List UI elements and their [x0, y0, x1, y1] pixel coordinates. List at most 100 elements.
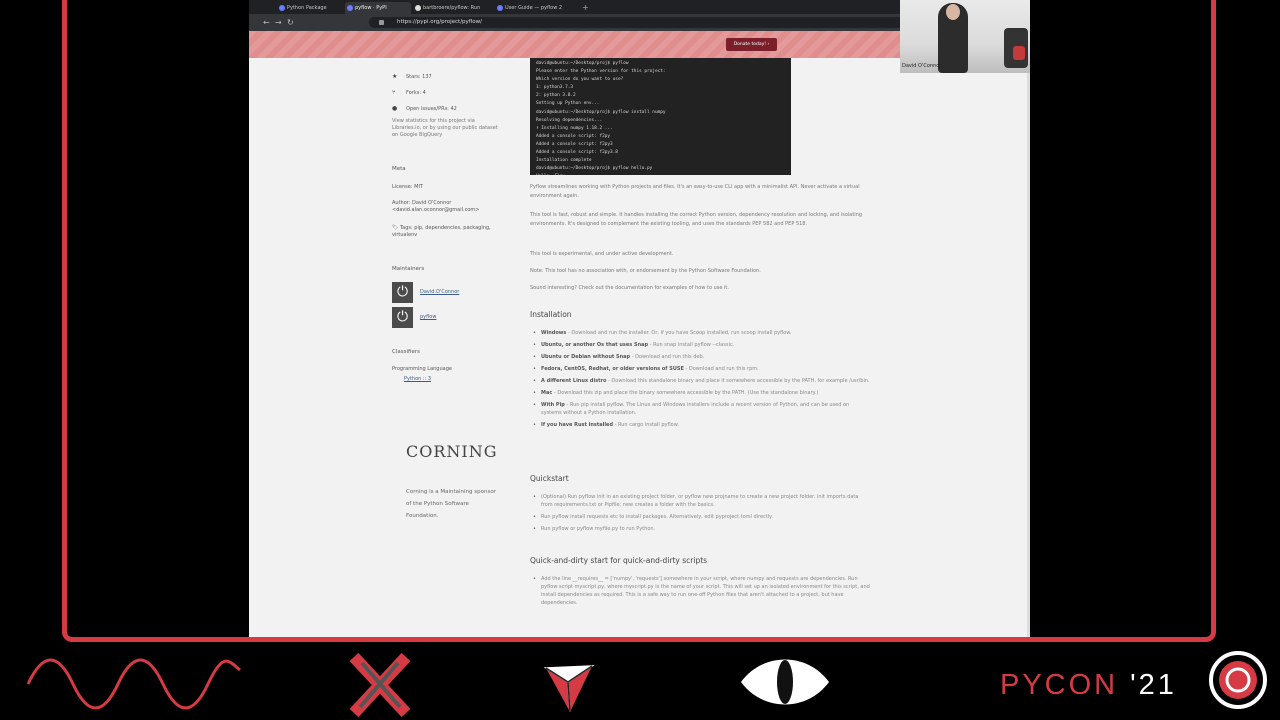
list-item-text: - Download and run the installer. Or, if… — [568, 330, 792, 336]
speaker-name: David O'Connor — [902, 63, 942, 69]
list-item: Ubuntu, or another Os that uses Snap - R… — [530, 341, 870, 349]
list-item: A different Linux distro - Download this… — [530, 377, 870, 385]
pycon-year: '21 — [1130, 669, 1177, 701]
forks-stat[interactable]: ⑂ Forks: 4 — [392, 89, 426, 96]
browser-tab[interactable]: Python Package — [277, 2, 343, 14]
list-item: Windows - Download and run the installer… — [530, 329, 870, 337]
pycon-circle-logo-icon — [1209, 651, 1267, 709]
star-icon: ★ — [392, 73, 398, 80]
list-item: With Pip - Run pip install pyflow. The L… — [530, 401, 870, 417]
installation-heading: Installation — [530, 310, 572, 319]
terminal-line: david@ubuntu:~/Desktop/proj$ pyflow inst… — [536, 109, 666, 115]
terminal-line: Please enter the Python version for this… — [536, 69, 666, 75]
sponsor-text: Corning is a Maintaining sponsor of the … — [406, 489, 496, 519]
speaker-head — [946, 4, 960, 20]
classifiers-heading: Classifiers — [392, 349, 420, 355]
list-item: (Optional) Run pyflow init in an existin… — [530, 493, 870, 509]
installation-list: Windows - Download and run the installer… — [530, 329, 870, 433]
terminal-line: david@ubuntu:~/Desktop/proj$ pyflow hell… — [536, 166, 653, 172]
terminal-line: Added a console script: f2py3.8 — [536, 150, 618, 156]
author-text[interactable]: Author: David O'Connor <david.alan.oconn… — [392, 200, 504, 214]
list-item-text: - Download and run this deb. — [631, 354, 705, 360]
new-tab-button[interactable]: + — [579, 2, 591, 14]
browser-tab-active[interactable]: pyflow · PyPI — [345, 2, 411, 14]
browser-tab[interactable]: User Guide — pyflow 2 — [495, 2, 575, 14]
list-item-lead: Windows — [541, 330, 567, 336]
list-item-text: - Run cargo install pyflow. — [614, 422, 679, 428]
github-icon — [415, 5, 421, 11]
terminal-line: Added a console script: f2py — [536, 133, 611, 139]
pycon-wordmark: PYCON '21 — [1000, 668, 1177, 702]
tag-icon: 🏷 — [392, 225, 400, 231]
list-item-text: - Download this zip and place the binary… — [553, 390, 819, 396]
quickstart-list: (Optional) Run pyflow init in an existin… — [530, 493, 870, 537]
list-item-lead: Ubuntu, or another Os that uses Snap — [541, 342, 649, 348]
description-paragraph: Pyflow streamlines working with Python p… — [530, 184, 860, 199]
maintainer-link[interactable]: pyflow — [420, 314, 436, 320]
terminal-line: Added a console script: f2py3 — [536, 141, 613, 147]
screen-share: Python Package pyflow · PyPI bartbroere/… — [249, 0, 1030, 637]
issues-stat[interactable]: ● Open issues/PRs: 42 — [392, 105, 457, 112]
pycon-brand: PYCON — [1000, 669, 1119, 701]
back-icon[interactable]: ← — [263, 17, 270, 28]
documentation-link[interactable]: Sound interesting? Check out the documen… — [530, 284, 870, 293]
list-item: Ubuntu or Debian without Snap - Download… — [530, 353, 870, 361]
maintainer-avatar-icon[interactable]: ⏻ — [392, 307, 413, 328]
list-item-lead: Fedora, CentOS, Redhat, or older version… — [541, 366, 684, 372]
list-item-text: - Download this standalone binary and pl… — [608, 378, 870, 384]
page-content: ★ Stars: 137 ⑂ Forks: 4 ● Open issues/PRs: … — [249, 58, 1030, 637]
terminal-line: Installation complete — [536, 158, 592, 164]
terminal-line: Resolving dependencies... — [536, 117, 603, 123]
maintainer-link[interactable]: David.O'Connor — [420, 289, 459, 295]
wave-icon — [26, 658, 241, 710]
description-paragraph: This tool is fast, robust and simple. It… — [530, 212, 863, 227]
browser-tab[interactable]: bartbroere/pyflow: Run — [413, 2, 493, 14]
url-field[interactable]: https://pypi.org/project/pyflow/ — [369, 17, 929, 28]
list-item-text: - Download and run this rpm. — [685, 366, 759, 372]
list-item: Run pyflow install requests etc to insta… — [530, 513, 870, 521]
classifier-group: Programming Language — [392, 366, 452, 372]
classifier-link[interactable]: Python :: 3 — [404, 376, 431, 382]
list-item: Add the line __requires__ = ['numpy', 'r… — [530, 575, 870, 607]
background-object — [1013, 46, 1025, 60]
list-item-text: Run pyflow or pyflow myfile.py to run Py… — [541, 526, 656, 532]
quick-and-dirty-list: Add the line __requires__ = ['numpy', 'r… — [530, 575, 870, 611]
tab-favicon-icon — [279, 5, 285, 11]
tab-favicon-icon — [347, 5, 353, 11]
list-item-lead: With Pip — [541, 402, 565, 408]
fork-icon: ⑂ — [392, 89, 396, 96]
list-item-text: Run pyflow install requests etc to insta… — [541, 514, 773, 520]
description-paragraph: This tool is experimental, and under act… — [530, 251, 674, 257]
cross-icon — [349, 652, 411, 718]
description-paragraph: Note: This tool has no association with,… — [530, 268, 761, 274]
terminal-line: ⬇ Installing numpy 1.18.2 ... — [536, 125, 613, 131]
list-item: Mac - Download this zip and place the bi… — [530, 389, 870, 397]
list-item-lead: If you have Rust installed — [541, 422, 614, 428]
statistics-note: View statistics for this project via Lib… — [392, 118, 498, 138]
terminal-line: 2: python 3.8.2 — [536, 93, 576, 99]
reload-icon[interactable]: ↻ — [287, 17, 294, 28]
maintainer-avatar-icon[interactable]: ⏻ — [392, 282, 413, 303]
license-text: License: MIT — [392, 184, 423, 190]
forward-icon[interactable]: → — [275, 17, 282, 28]
eye-icon — [741, 659, 829, 705]
tags-text: 🏷 Tags: pip, dependencies, packaging, vi… — [392, 225, 491, 238]
list-item-text: (Optional) Run pyflow init in an existin… — [541, 494, 859, 508]
list-item-text: Add the line __requires__ = ['numpy', 'r… — [541, 576, 870, 606]
list-item: Fedora, CentOS, Redhat, or older version… — [530, 365, 870, 373]
terminal-line: Which version do you want to use? — [536, 77, 624, 83]
list-item-text: - Run snap install pyflow --classic. — [649, 342, 735, 348]
sponsor-logo[interactable]: CORNING — [406, 442, 498, 461]
scrollbar[interactable] — [1027, 58, 1030, 637]
list-item-text: - Run pip install pyflow. The Linux and … — [541, 402, 850, 416]
list-item-lead: A different Linux distro — [541, 378, 607, 384]
terminal-line: david@ubuntu:~/Desktop/proj$ pyflow — [536, 61, 629, 66]
meta-heading: Meta — [392, 166, 406, 172]
list-item: If you have Rust installed - Run cargo i… — [530, 421, 870, 429]
donate-button[interactable]: Donate today! › — [726, 38, 777, 51]
stars-stat[interactable]: ★ Stars: 137 — [392, 73, 432, 80]
quick-and-dirty-heading: Quick-and-dirty start for quick-and-dirt… — [530, 556, 708, 565]
triangle-logo-icon — [543, 665, 595, 713]
issue-icon: ● — [392, 105, 398, 112]
terminal-line: 1: python3.7.3 — [536, 85, 574, 91]
